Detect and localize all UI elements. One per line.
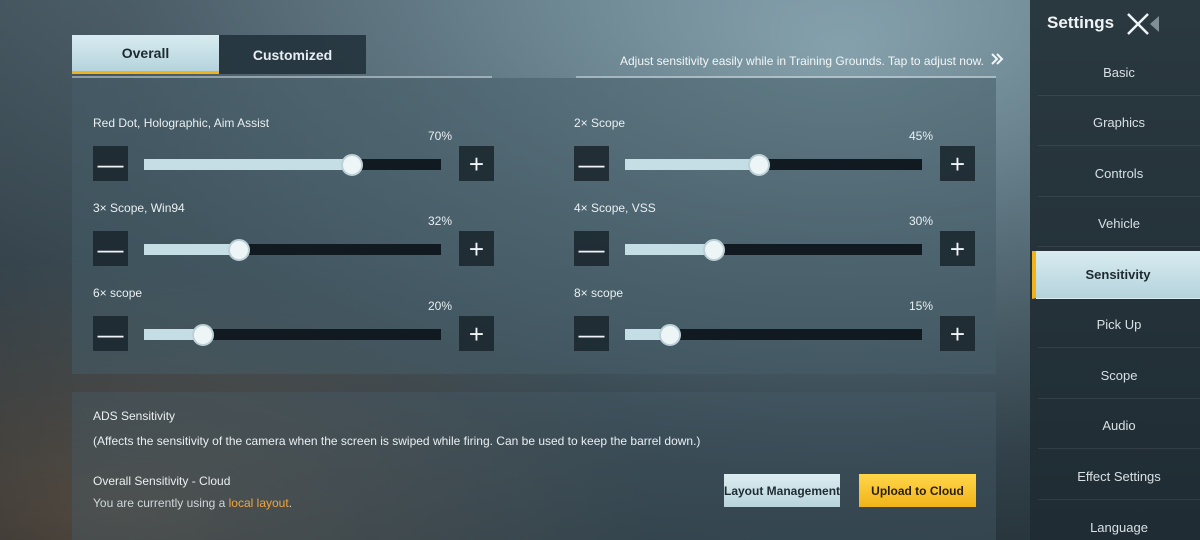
- increase-button[interactable]: +: [940, 146, 975, 181]
- sidebar-item-controls[interactable]: Controls: [1038, 151, 1200, 197]
- slider-fill: [144, 244, 239, 255]
- sidebar-item-effect-settings[interactable]: Effect Settings: [1038, 454, 1200, 500]
- decrease-button[interactable]: —: [93, 231, 128, 266]
- slider-thumb[interactable]: [341, 154, 363, 176]
- increase-button[interactable]: +: [459, 231, 494, 266]
- cloud-sensitivity-description: You are currently using a local layout.: [93, 496, 292, 510]
- decrease-button[interactable]: —: [93, 316, 128, 351]
- sidebar-item-scope[interactable]: Scope: [1038, 353, 1200, 399]
- sidebar-title: Settings: [1047, 13, 1115, 32]
- slider-thumb[interactable]: [228, 239, 250, 261]
- slider-fill: [144, 159, 352, 170]
- decrease-button[interactable]: —: [574, 146, 609, 181]
- training-grounds-hint[interactable]: Adjust sensitivity easily while in Train…: [620, 52, 1004, 70]
- layout-management-button[interactable]: Layout Management: [724, 474, 840, 507]
- upload-to-cloud-button[interactable]: Upload to Cloud: [859, 474, 976, 507]
- sidebar-item-graphics[interactable]: Graphics: [1038, 100, 1200, 146]
- slider-red-dot: Red Dot, Holographic, Aim Assist 70% — +: [72, 116, 494, 186]
- slider-percent: 70%: [427, 129, 452, 143]
- sensitivity-tabs: Overall Customized: [72, 35, 366, 74]
- slider-percent: 15%: [908, 299, 933, 313]
- tab-overall[interactable]: Overall: [72, 35, 219, 74]
- sidebar-item-audio[interactable]: Audio: [1038, 403, 1200, 449]
- increase-button[interactable]: +: [940, 231, 975, 266]
- slider-track[interactable]: [625, 324, 922, 346]
- sidebar-item-language[interactable]: Language: [1038, 505, 1200, 540]
- slider-label: 3× Scope, Win94: [93, 201, 185, 215]
- sidebar-item-sensitivity[interactable]: Sensitivity: [1032, 251, 1200, 299]
- ads-sensitivity-description: (Affects the sensitivity of the camera w…: [93, 434, 701, 448]
- slider-percent: 30%: [908, 214, 933, 228]
- slider-label: 8× scope: [574, 286, 624, 300]
- slider-percent: 45%: [908, 129, 933, 143]
- slider-4x-scope: 4× Scope, VSS 30% — +: [553, 201, 975, 271]
- increase-button[interactable]: +: [459, 146, 494, 181]
- slider-label: 4× Scope, VSS: [574, 201, 656, 215]
- hint-text: Adjust sensitivity easily while in Train…: [620, 54, 984, 68]
- slider-label: 2× Scope: [574, 116, 626, 130]
- sidebar-item-vehicle[interactable]: Vehicle: [1038, 201, 1200, 247]
- slider-label: 6× scope: [93, 286, 143, 300]
- slider-track[interactable]: [144, 154, 441, 176]
- slider-6x-scope: 6× scope 20% — +: [72, 286, 494, 356]
- slider-track[interactable]: [144, 239, 441, 261]
- sidebar-header: Settings: [1030, 0, 1200, 48]
- slider-percent: 32%: [427, 214, 452, 228]
- slider-thumb[interactable]: [748, 154, 770, 176]
- slider-thumb[interactable]: [703, 239, 725, 261]
- slider-2x-scope: 2× Scope 45% — +: [553, 116, 975, 186]
- sensitivity-panel: Red Dot, Holographic, Aim Assist 70% — +…: [72, 78, 996, 374]
- tab-customized[interactable]: Customized: [219, 35, 366, 74]
- slider-track[interactable]: [625, 154, 922, 176]
- slider-percent: 20%: [427, 299, 452, 313]
- slider-fill: [625, 159, 759, 170]
- decrease-button[interactable]: —: [574, 316, 609, 351]
- slider-3x-scope: 3× Scope, Win94 32% — +: [72, 201, 494, 271]
- sidebar-item-pick-up[interactable]: Pick Up: [1038, 302, 1200, 348]
- settings-sidebar: Settings Basic Graphics Controls Vehicle…: [1030, 0, 1200, 540]
- ads-cloud-panel: [72, 392, 996, 540]
- decrease-button[interactable]: —: [93, 146, 128, 181]
- decrease-button[interactable]: —: [574, 231, 609, 266]
- cloud-desc-suffix: .: [288, 496, 293, 510]
- cloud-desc-prefix: You are currently using a: [93, 496, 229, 510]
- increase-button[interactable]: +: [459, 316, 494, 351]
- double-chevron-right-icon: [990, 52, 1004, 70]
- cloud-sensitivity-title: Overall Sensitivity - Cloud: [93, 474, 231, 488]
- collapse-arrow-icon[interactable]: [1148, 15, 1160, 33]
- slider-8x-scope: 8× scope 15% — +: [553, 286, 975, 356]
- slider-track[interactable]: [625, 239, 922, 261]
- slider-thumb[interactable]: [192, 324, 214, 346]
- ads-sensitivity-title: ADS Sensitivity: [93, 409, 176, 423]
- increase-button[interactable]: +: [940, 316, 975, 351]
- slider-thumb[interactable]: [659, 324, 681, 346]
- slider-track[interactable]: [144, 324, 441, 346]
- local-layout-link[interactable]: local layout: [229, 496, 289, 510]
- sidebar-item-basic[interactable]: Basic: [1038, 50, 1200, 96]
- slider-fill: [625, 244, 714, 255]
- slider-label: Red Dot, Holographic, Aim Assist: [93, 116, 270, 130]
